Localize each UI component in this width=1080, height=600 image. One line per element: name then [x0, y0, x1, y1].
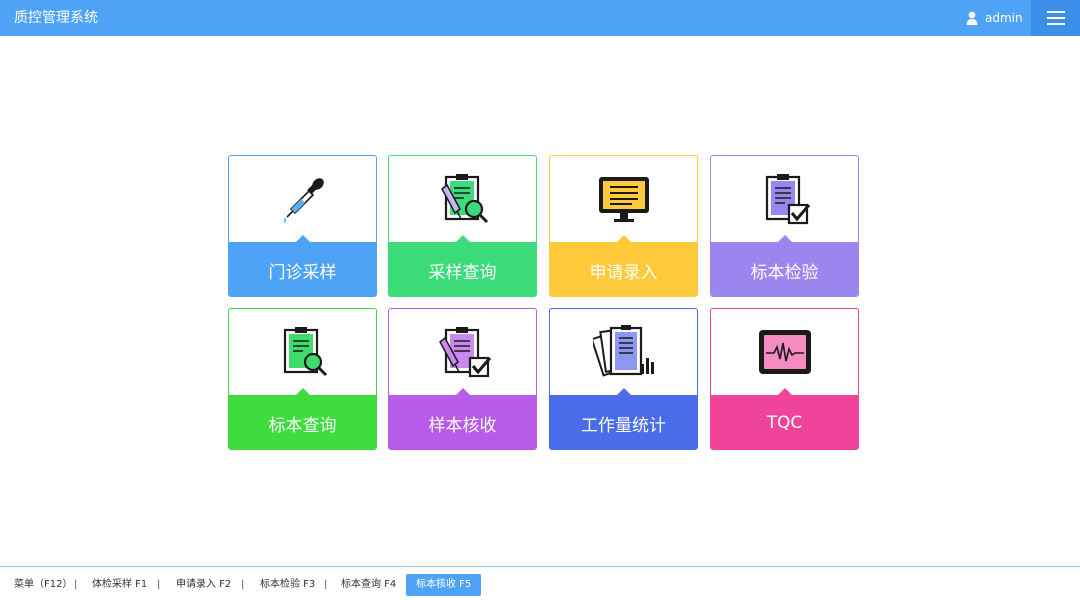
separator: |: [74, 579, 78, 590]
shortcut-specimen-inspection[interactable]: 标本检验 F3: [260, 574, 315, 596]
tile-label: 样本核收: [428, 415, 497, 436]
separator: |: [324, 579, 328, 590]
separator: |: [241, 579, 245, 590]
tile-sample-receipt[interactable]: 样本核收: [388, 308, 537, 450]
tile-tqc[interactable]: TQC: [710, 308, 859, 450]
shortcut-physical-exam-sampling[interactable]: 体检采样 F1: [92, 574, 147, 596]
tile-label: TQC: [766, 413, 803, 433]
top-header: 质控管理系统 admin: [0, 0, 1080, 36]
hamburger-menu-icon: [1046, 11, 1065, 25]
tile-label-bar: 样本核收: [389, 388, 536, 449]
dropper-icon: [283, 178, 324, 223]
tile-label: 标本检验: [750, 262, 819, 283]
tile-specimen-inspection[interactable]: 标本检验: [710, 155, 859, 297]
shortcut-menu[interactable]: 菜单（F12）: [14, 574, 72, 596]
user-name: admin: [985, 11, 1023, 25]
shortcut-application-entry[interactable]: 申请录入 F2: [176, 574, 231, 596]
app-title: 质控管理系统: [14, 10, 98, 26]
tile-label-bar: 门诊采样: [229, 235, 376, 296]
tile-label: 门诊采样: [268, 262, 337, 283]
tile-workload-statistics[interactable]: 工作量统计: [549, 308, 698, 450]
tile-sampling-query[interactable]: 采样查询: [388, 155, 537, 297]
monitor-document-icon: [598, 177, 649, 222]
tile-label: 标本查询: [268, 415, 337, 436]
tile-label: 申请录入: [589, 262, 658, 283]
tile-label-bar: 标本检验: [711, 235, 858, 296]
tile-label-bar: 采样查询: [389, 235, 536, 296]
tile-application-entry[interactable]: 申请录入: [549, 155, 698, 297]
ecg-monitor-icon: [758, 330, 811, 374]
clipboard-check-dropper-icon: [438, 327, 491, 378]
tile-label: 工作量统计: [581, 415, 666, 436]
tile-label: 采样查询: [428, 262, 497, 283]
separator: |: [157, 579, 161, 590]
clipboard-search-icon: [440, 174, 488, 224]
user-info[interactable]: admin: [966, 10, 1023, 26]
clipboard-search-icon: [283, 327, 327, 377]
tile-label-bar: 标本查询: [229, 388, 376, 449]
tile-specimen-query[interactable]: 标本查询: [228, 308, 377, 450]
user-icon: [966, 11, 978, 25]
documents-stats-icon: [592, 325, 654, 377]
tile-outpatient-sampling[interactable]: 门诊采样: [228, 155, 377, 297]
tile-label-bar: 申请录入: [550, 235, 697, 296]
shortcut-specimen-query[interactable]: 标本查询 F4: [341, 574, 396, 596]
shortcut-specimen-receipt[interactable]: 标本核收 F5: [406, 574, 482, 596]
hamburger-menu-button[interactable]: [1031, 0, 1080, 36]
tile-label-bar: 工作量统计: [550, 388, 697, 449]
shortcut-bar: 菜单（F12） | 体检采样 F1 | 申请录入 F2 | 标本检验 F3 | …: [0, 566, 1080, 600]
tile-label-bar: TQC: [711, 388, 858, 449]
clipboard-check-icon: [765, 174, 810, 225]
